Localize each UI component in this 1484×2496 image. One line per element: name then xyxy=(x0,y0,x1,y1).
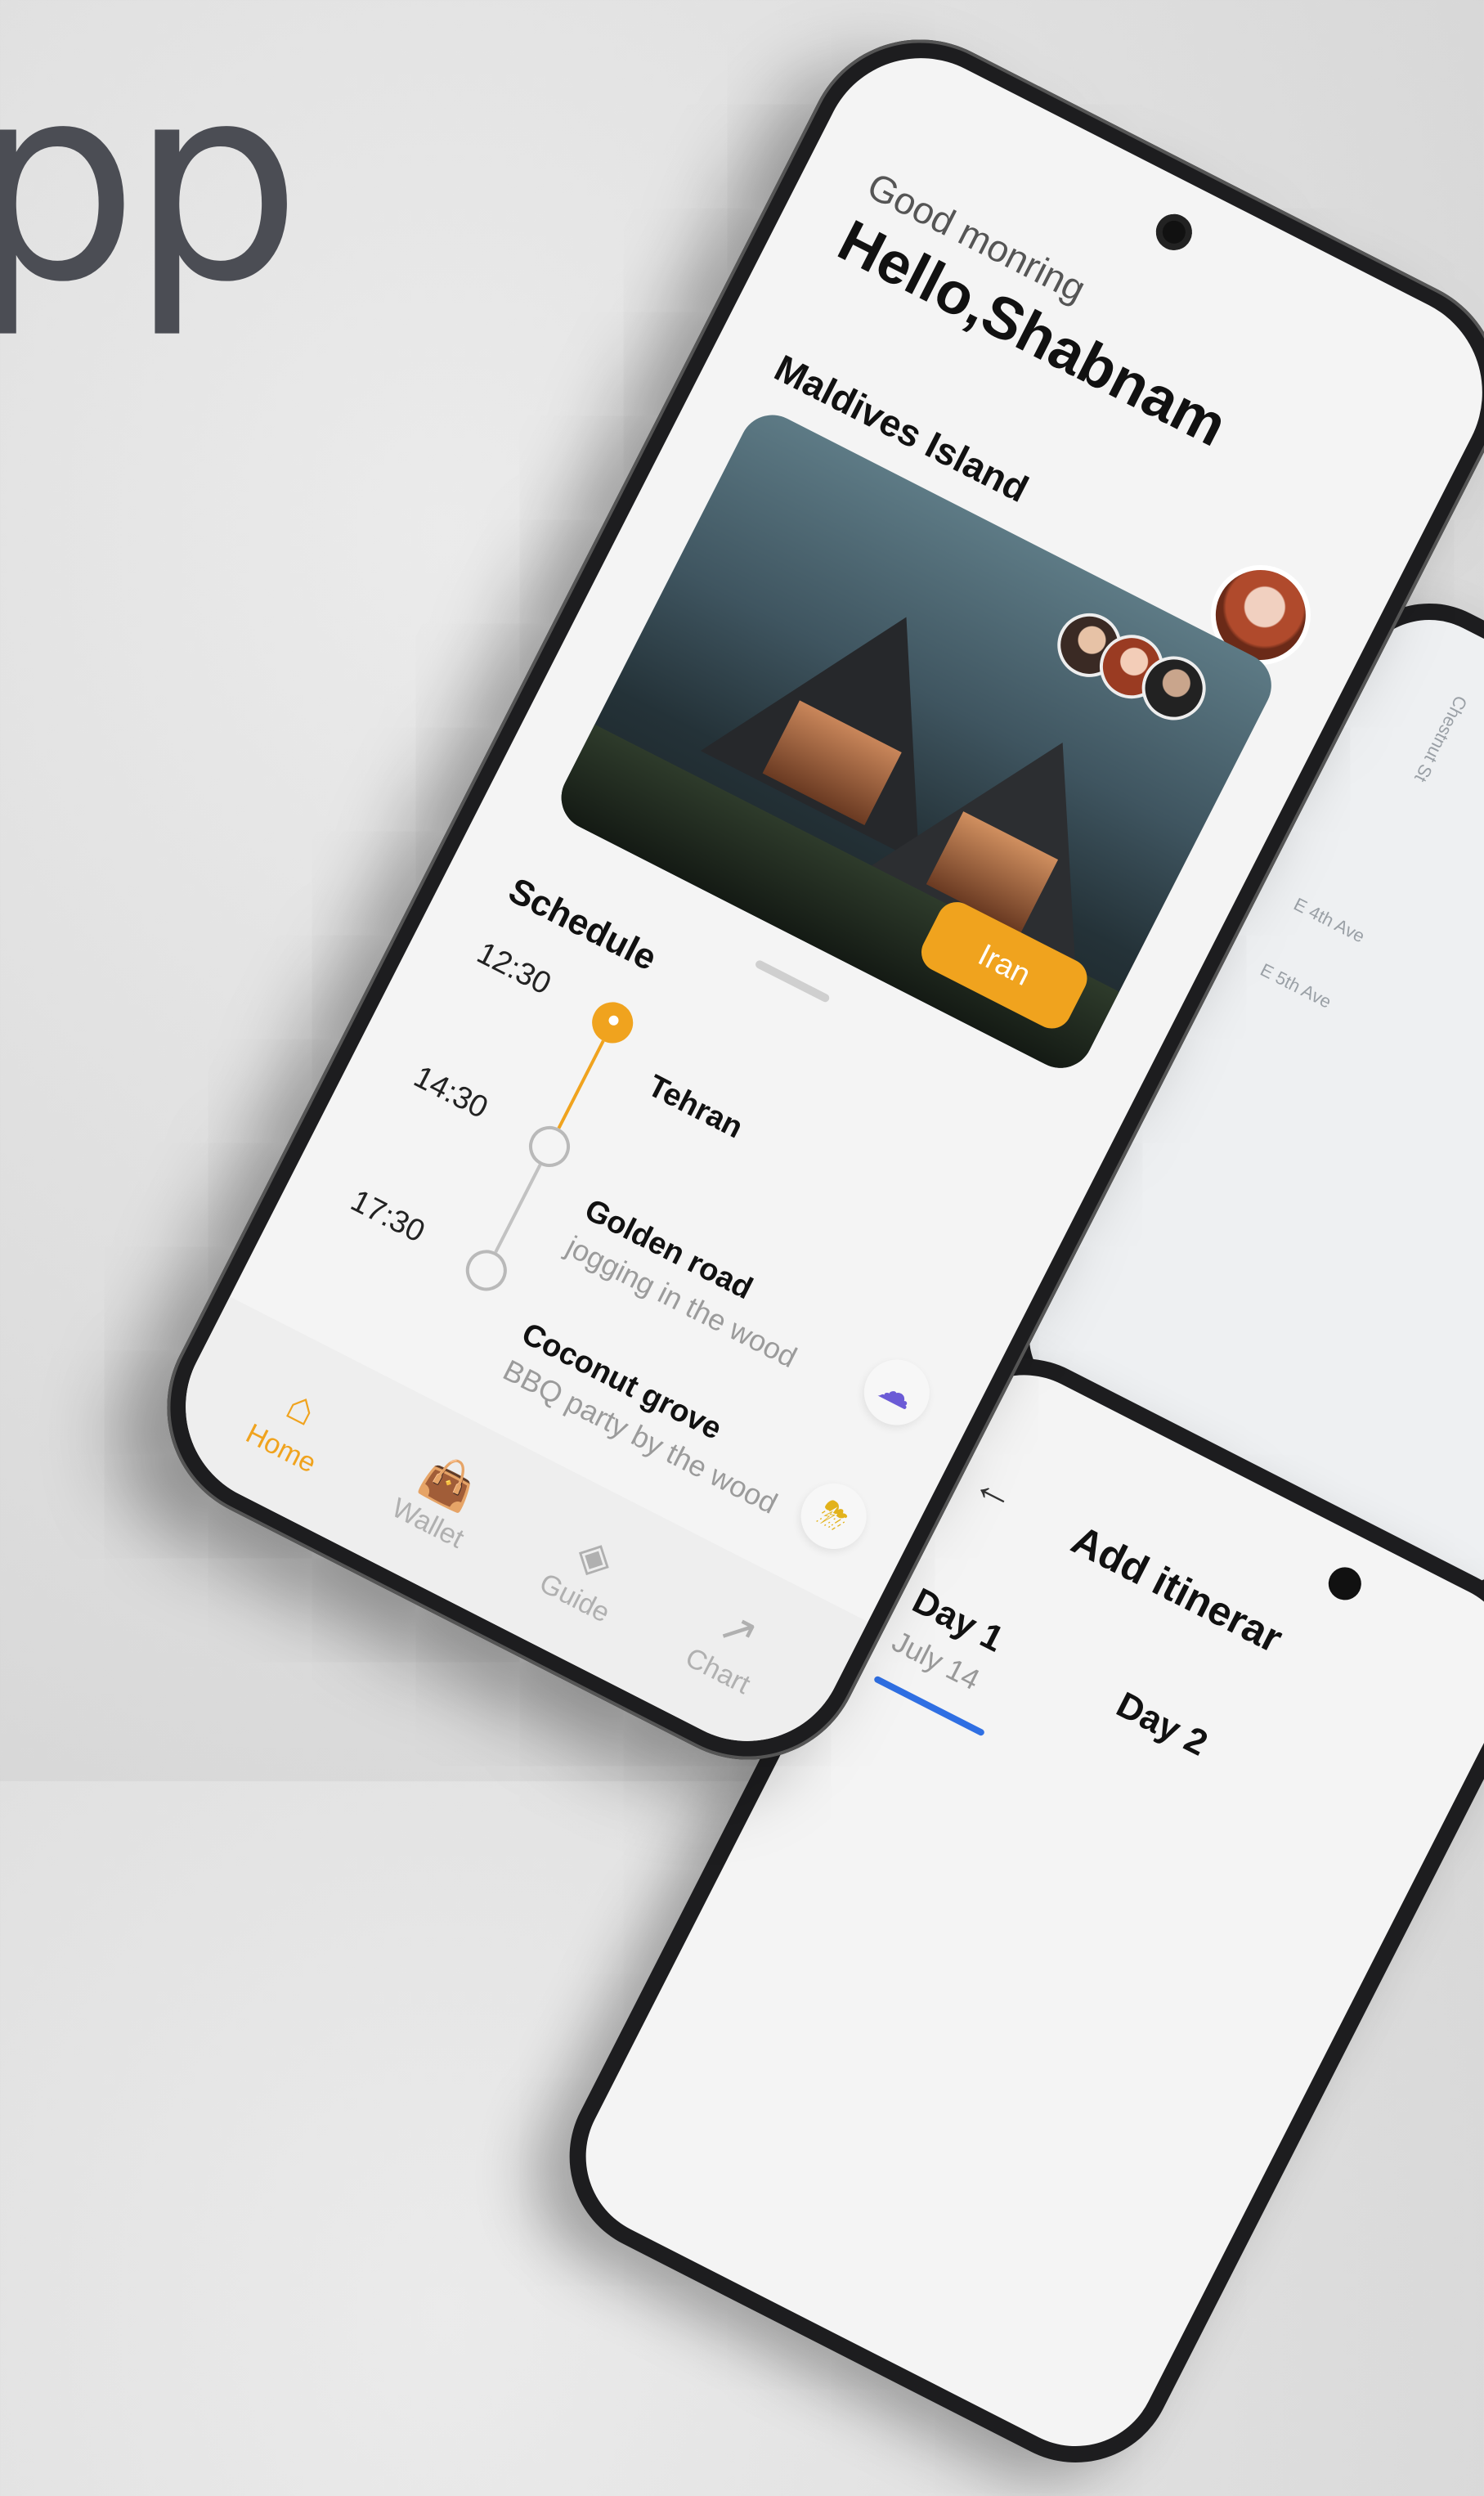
destination-card[interactable]: Iran xyxy=(549,403,1283,1080)
front-camera xyxy=(1322,1561,1367,1606)
schedule-place: Tehran xyxy=(642,1068,749,1146)
back-arrow-icon[interactable]: ← xyxy=(965,1457,1027,1522)
tab-day-2[interactable]: Day 2 xyxy=(1110,1685,1214,1765)
thunderstorm-icon: ⛈ xyxy=(789,1472,878,1560)
timeline-connector xyxy=(557,1039,605,1129)
schedule-time: 12:30 xyxy=(471,936,557,1002)
traveler-avatars[interactable] xyxy=(1046,602,1217,731)
cloudy-night-icon: ☁ xyxy=(853,1348,941,1437)
nav-home[interactable]: ⌂ Home xyxy=(240,1371,345,1479)
nav-chart[interactable]: ↗ Chart xyxy=(680,1595,779,1701)
front-camera xyxy=(1150,208,1199,257)
brand-wordmark: pp xyxy=(0,27,302,341)
home-icon: ⌂ xyxy=(279,1379,325,1435)
nav-guide[interactable]: ◈ Guide xyxy=(535,1520,639,1629)
street-label-chestnut: Chestnut St xyxy=(1410,692,1472,786)
timeline-connector xyxy=(494,1164,542,1254)
location-pin-icon xyxy=(585,994,640,1051)
itinerary-title: Add itinerar xyxy=(1065,1516,1290,1662)
nav-wallet[interactable]: 👜 Wallet xyxy=(387,1445,493,1555)
nav-home-label: Home xyxy=(240,1417,321,1479)
street-label-5th: E 5th Ave xyxy=(1257,958,1335,1012)
street-label-4th: E 4th Ave xyxy=(1290,893,1369,947)
compass-icon: ◈ xyxy=(569,1527,622,1587)
chart-icon: ↗ xyxy=(711,1599,767,1660)
drag-handle[interactable] xyxy=(754,958,831,1003)
